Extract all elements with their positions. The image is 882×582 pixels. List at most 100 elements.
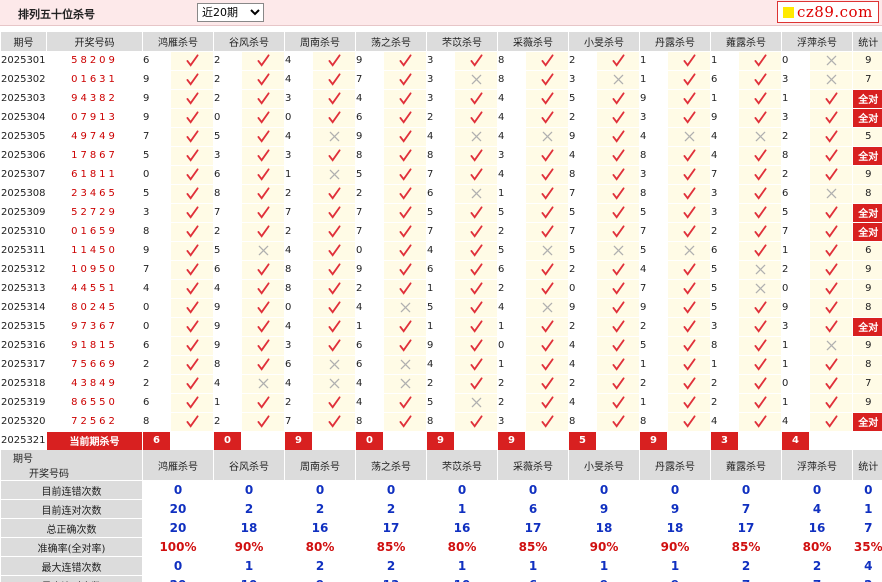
result-mark-cell [312, 374, 356, 394]
result-mark-cell [525, 336, 569, 356]
check-mark-icon [540, 415, 554, 428]
kill-digit-cell: 3 [213, 146, 242, 166]
result-mark-cell [454, 89, 498, 109]
kill-digit-cell: 6 [710, 241, 739, 261]
kill-digit-cell: 2 [284, 222, 313, 242]
check-mark-icon [256, 111, 270, 124]
kill-digit-cell: 1 [781, 336, 810, 356]
header-numbers: 开奖号码 [46, 32, 143, 52]
stat-cell: 8 [852, 298, 882, 318]
kill-digit-cell: 4 [426, 355, 455, 375]
check-mark-icon [256, 282, 270, 295]
kill-digit-cell: 6 [213, 165, 242, 185]
draw-numbers-cell: 80245 [46, 298, 143, 318]
summary-value: 0 [852, 480, 882, 500]
check-mark-icon [824, 377, 838, 390]
check-mark-icon [256, 225, 270, 238]
site-logo[interactable]: cz89.com [777, 1, 879, 23]
result-mark-cell [667, 70, 711, 90]
check-mark-icon [398, 130, 412, 143]
period-range-select[interactable]: 近20期 [197, 3, 264, 22]
check-mark-icon [682, 168, 696, 181]
stat-cell: 9 [852, 393, 882, 413]
check-mark-icon [753, 415, 767, 428]
summary-value: 1 [852, 499, 882, 519]
result-mark-cell [241, 393, 285, 413]
all-correct-badge: 全对 [852, 412, 882, 432]
check-mark-icon [682, 358, 696, 371]
result-mark-cell [667, 241, 711, 261]
check-mark-icon [540, 92, 554, 105]
stat-cell: 9 [852, 165, 882, 185]
summary-value: 1 [568, 556, 640, 576]
result-mark-cell [312, 260, 356, 280]
kill-digit-cell: 2 [355, 184, 384, 204]
kill-digit-cell: 7 [426, 165, 455, 185]
cross-mark-icon [400, 302, 410, 313]
check-mark-icon [398, 168, 412, 181]
kill-digit-cell: 2 [213, 51, 242, 71]
result-mark-cell [596, 317, 640, 337]
kill-digit-cell: 2 [142, 374, 171, 394]
draw-numbers-cell: 11450 [46, 241, 143, 261]
result-mark-cell [809, 336, 853, 356]
check-mark-icon [540, 73, 554, 86]
header-period: 期号 [0, 32, 47, 52]
check-mark-icon [753, 111, 767, 124]
kill-digit-cell: 0 [781, 51, 810, 71]
check-mark-icon [682, 320, 696, 333]
check-mark-icon [469, 301, 483, 314]
result-mark-cell [525, 203, 569, 223]
period-cell: 2025310 [0, 222, 47, 242]
check-mark-icon [824, 301, 838, 314]
result-mark-cell [383, 222, 427, 242]
result-mark-cell [454, 241, 498, 261]
kill-digit-cell: 7 [284, 412, 313, 432]
result-mark-cell [454, 317, 498, 337]
check-mark-icon [540, 168, 554, 181]
check-mark-icon [540, 377, 554, 390]
stat-cell: 7 [852, 374, 882, 394]
check-mark-icon [611, 130, 625, 143]
kill-digit-cell: 8 [568, 165, 597, 185]
check-mark-icon [327, 396, 341, 409]
check-mark-icon [753, 73, 767, 86]
current-kill-digit: 9 [639, 431, 668, 451]
check-mark-icon [398, 282, 412, 295]
cross-mark-icon [329, 169, 339, 180]
result-mark-cell [312, 184, 356, 204]
kill-digit-cell: 5 [710, 260, 739, 280]
period-cell: 2025315 [0, 317, 47, 337]
stat-cell: 9 [852, 336, 882, 356]
summary-value: 17 [355, 518, 427, 538]
check-mark-icon [682, 206, 696, 219]
kill-digit-cell: 1 [781, 393, 810, 413]
summary-label: 目前连对次数 [0, 499, 143, 519]
result-mark-cell [241, 298, 285, 318]
result-mark-cell [383, 146, 427, 166]
kill-digit-cell: 2 [568, 108, 597, 128]
draw-numbers-cell: 61811 [46, 165, 143, 185]
cross-mark-icon [755, 283, 765, 294]
check-mark-icon [753, 187, 767, 200]
result-mark-cell [312, 203, 356, 223]
current-kill-digit: 9 [426, 431, 455, 451]
kill-digit-cell: 5 [568, 203, 597, 223]
check-mark-icon [824, 396, 838, 409]
top-bar: 排列五十位杀号 近20期 cz89.com [0, 0, 882, 26]
check-mark-icon [256, 320, 270, 333]
kill-digit-cell: 9 [355, 260, 384, 280]
check-mark-icon [611, 339, 625, 352]
check-mark-icon [398, 206, 412, 219]
kill-digit-cell: 9 [426, 336, 455, 356]
summary-row: 准确率(全对率) 100% 90% 80% 85% 80% 85% 90% 90% 85% 80% 3… [0, 537, 882, 557]
result-mark-cell [525, 355, 569, 375]
summary-value: 2 [355, 499, 427, 519]
check-mark-icon [682, 377, 696, 390]
cross-mark-icon [329, 131, 339, 142]
result-mark-cell [241, 222, 285, 242]
result-mark-cell [667, 165, 711, 185]
kill-digit-cell: 0 [781, 374, 810, 394]
result-mark-cell [667, 51, 711, 71]
check-mark-icon [327, 206, 341, 219]
